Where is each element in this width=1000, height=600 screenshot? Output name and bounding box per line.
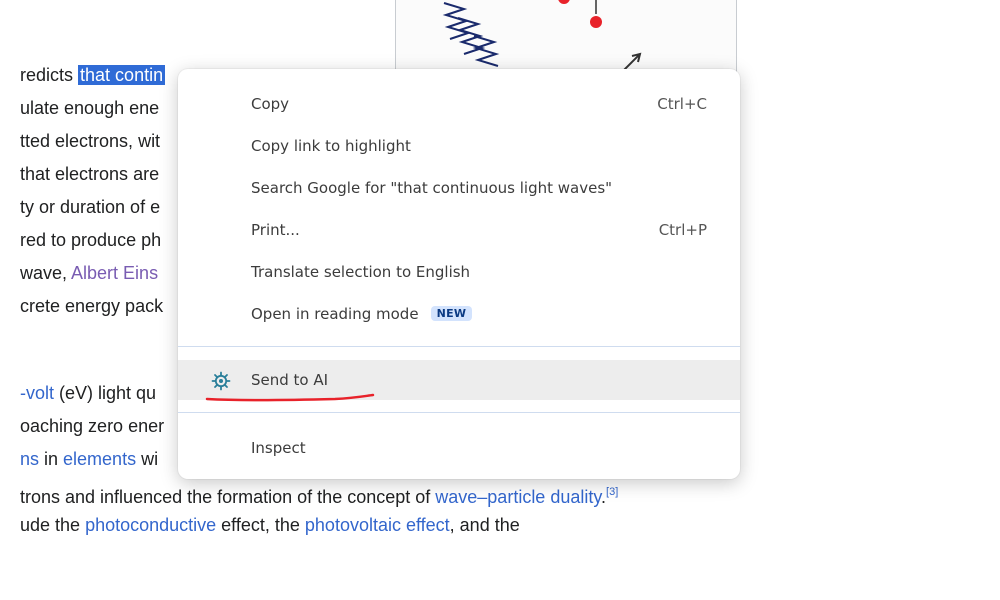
article-line: oaching zero ener <box>20 414 164 438</box>
article-line: red to produce ph <box>20 228 161 252</box>
article-text: , and the <box>449 515 520 535</box>
article-line: ns in elements wi <box>20 447 158 471</box>
article-text: wi <box>136 449 159 469</box>
article-line: trons and influenced the formation of th… <box>20 480 618 509</box>
menu-item-open-reading-mode[interactable]: Open in reading mode NEW <box>178 294 740 334</box>
article-line: ty or duration of e <box>20 195 160 219</box>
menu-item-label: Copy <box>251 95 290 113</box>
menu-separator <box>178 412 740 413</box>
menu-item-label: Translate selection to English <box>251 263 471 281</box>
photoelectric-diagram <box>442 0 642 77</box>
article-line: crete energy pack <box>20 294 163 318</box>
menu-item-shortcut: Ctrl+C <box>657 95 707 113</box>
article-text: oaching zero ener <box>20 416 165 436</box>
new-badge: NEW <box>430 306 473 321</box>
article-text: in <box>39 449 64 469</box>
menu-item-label: Send to AI <box>251 371 329 389</box>
article-line: tted electrons, wit <box>20 129 160 153</box>
menu-item-search-google[interactable]: Search Google for "that continuous light… <box>178 168 740 208</box>
article-figure <box>395 0 737 79</box>
link-wave-particle-duality[interactable]: wave–particle duality <box>435 487 601 507</box>
article-line: ulate enough ene <box>20 96 159 120</box>
article-text: crete energy pack <box>20 296 164 316</box>
menu-item-label: Print... <box>251 221 300 239</box>
menu-item-label: Search Google for "that continuous light… <box>251 179 613 197</box>
gear-bug-icon <box>211 371 231 391</box>
article-line: ude the photoconductive effect, the phot… <box>20 513 520 537</box>
menu-separator <box>178 346 740 347</box>
menu-item-label: Copy link to highlight <box>251 137 411 155</box>
context-menu: Copy Ctrl+C Copy link to highlight Searc… <box>178 69 740 479</box>
menu-item-inspect[interactable]: Inspect <box>178 428 740 468</box>
link-photovoltaic-effect[interactable]: photovoltaic effect <box>305 515 450 535</box>
article-text: red to produce ph <box>20 230 162 250</box>
article-text: ude the <box>20 515 86 535</box>
article-line: wave, Albert Eins <box>20 261 158 285</box>
article-line: redicts that contin <box>20 63 166 87</box>
menu-item-translate-selection[interactable]: Translate selection to English <box>178 252 740 292</box>
annotation-underline <box>205 393 375 402</box>
link-electron-volt[interactable]: -volt <box>20 383 54 403</box>
article-text: effect, the <box>216 515 305 535</box>
article-text: wave, <box>20 263 72 283</box>
article-text: (eV) light qu <box>54 383 157 403</box>
article-text: that electrons are <box>20 164 160 184</box>
text-selection[interactable]: that contin <box>78 65 166 85</box>
article-line: -volt (eV) light qu <box>20 381 156 405</box>
menu-item-copy-link-to-highlight[interactable]: Copy link to highlight <box>178 126 740 166</box>
link-photoconductive[interactable]: photoconductive <box>85 515 216 535</box>
menu-item-shortcut: Ctrl+P <box>658 221 707 239</box>
link-elements[interactable]: elements <box>63 449 136 469</box>
menu-item-copy[interactable]: Copy Ctrl+C <box>178 84 740 124</box>
menu-item-label: Inspect <box>251 439 306 457</box>
article-text: ulate enough ene <box>20 98 160 118</box>
article-text: trons and influenced the formation of th… <box>20 487 436 507</box>
citation-link[interactable]: [3] <box>606 486 618 498</box>
menu-item-print[interactable]: Print... Ctrl+P <box>178 210 740 250</box>
reading-mode-text: Open in reading mode <box>251 305 419 323</box>
article-text: ty or duration of e <box>20 197 161 217</box>
link-electrons[interactable]: ns <box>20 449 39 469</box>
article-text: redicts <box>20 65 79 85</box>
menu-item-label: Open in reading mode NEW <box>251 305 473 323</box>
article-line: that electrons are <box>20 162 159 186</box>
article-text: tted electrons, wit <box>20 131 161 151</box>
link-albert-einstein[interactable]: Albert Eins <box>71 263 158 283</box>
